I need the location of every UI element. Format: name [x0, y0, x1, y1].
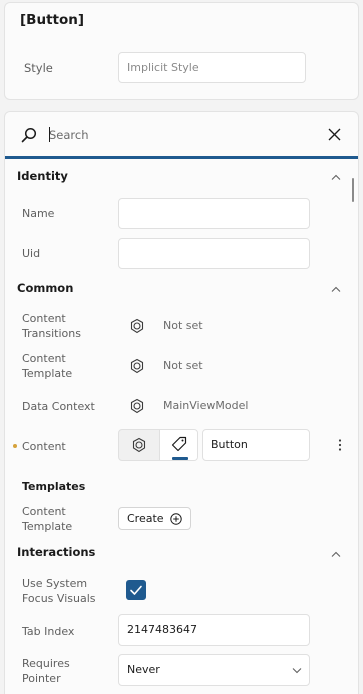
scrollbar-thumb[interactable]	[352, 178, 354, 202]
name-field[interactable]	[118, 198, 310, 229]
checkmark-icon	[130, 585, 142, 595]
search-bar	[5, 112, 358, 159]
content-transitions-label: Content Transitions	[22, 312, 81, 340]
chevron-up-icon[interactable]	[331, 551, 341, 557]
close-icon[interactable]	[328, 128, 341, 141]
templates-title: Templates	[22, 480, 86, 493]
content-transitions-value: Not set	[163, 319, 203, 332]
kebab-icon[interactable]	[338, 439, 342, 451]
add-circle-icon	[169, 512, 182, 525]
search-input[interactable]	[49, 125, 309, 145]
properties-panel: Identity Name Uid Common Content Transit…	[4, 111, 359, 694]
data-context-label: Data Context	[22, 400, 95, 413]
templates-content-template-label: Content Template	[22, 505, 73, 533]
binding-icon	[132, 437, 146, 453]
uid-field[interactable]	[118, 238, 310, 269]
style-field[interactable]: Implicit Style	[118, 52, 306, 83]
requires-pointer-value: Never	[127, 663, 160, 676]
binding-icon[interactable]	[129, 398, 145, 414]
uid-label: Uid	[22, 247, 41, 260]
tab-index-label: Tab Index	[22, 625, 75, 638]
binding-mode-button[interactable]	[119, 430, 159, 460]
element-header-card: [Button] Style Implicit Style	[4, 2, 359, 100]
content-mode-toggle	[118, 429, 198, 461]
selected-mode-underline	[172, 457, 188, 460]
requires-pointer-label: Requires Pointer	[22, 657, 70, 685]
requires-pointer-dropdown[interactable]: Never	[118, 654, 310, 686]
section-identity-title: Identity	[17, 169, 68, 183]
modified-indicator-dot	[13, 444, 17, 448]
text-caret	[49, 127, 50, 142]
section-interactions-title: Interactions	[17, 545, 96, 559]
create-template-button[interactable]: Create	[118, 507, 191, 530]
content-template-label: Content Template	[22, 352, 73, 380]
content-field[interactable]: Button	[202, 429, 310, 461]
tab-index-field[interactable]: 2147483647	[118, 614, 310, 646]
focus-visuals-checkbox[interactable]	[126, 580, 146, 600]
chevron-up-icon[interactable]	[331, 174, 341, 180]
chevron-up-icon[interactable]	[331, 286, 341, 292]
data-context-value: MainViewModel	[163, 399, 249, 412]
element-title: [Button]	[20, 12, 85, 28]
chevron-down-icon	[292, 668, 302, 674]
create-label: Create	[127, 512, 164, 525]
focus-visuals-label: Use System Focus Visuals	[22, 577, 96, 605]
literal-mode-button[interactable]	[159, 430, 197, 460]
binding-icon[interactable]	[129, 318, 145, 334]
binding-icon[interactable]	[129, 358, 145, 374]
style-label: Style	[24, 61, 53, 75]
content-label: Content	[22, 440, 66, 453]
content-template-value: Not set	[163, 359, 203, 372]
search-icon	[21, 127, 37, 143]
section-common-title: Common	[17, 281, 74, 295]
tag-icon	[171, 436, 187, 452]
name-label: Name	[22, 207, 55, 220]
